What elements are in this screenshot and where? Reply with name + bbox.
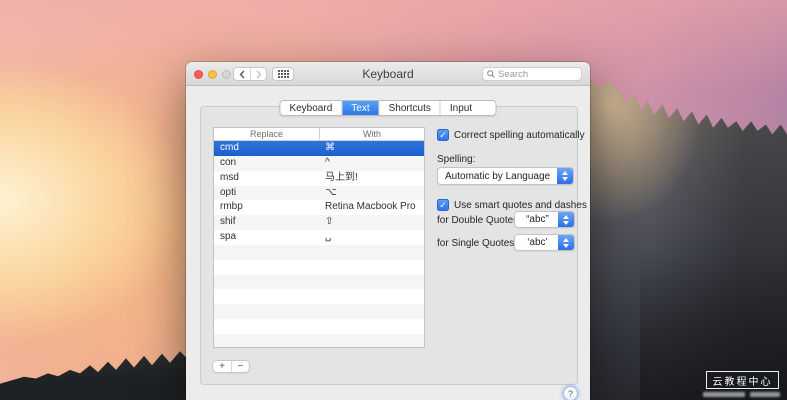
- table-header: Replace With: [214, 128, 424, 141]
- table-body: cmd⌘con^msd马上到!opti⌥rmbpRetina Macbook P…: [214, 141, 424, 348]
- cell-with: [319, 245, 424, 260]
- cell-with: [319, 334, 424, 348]
- table-row-empty[interactable]: [214, 334, 424, 348]
- table-row-empty[interactable]: [214, 304, 424, 319]
- grid-icon: [278, 70, 289, 78]
- table-row[interactable]: rmbpRetina Macbook Pro: [214, 200, 424, 215]
- table-row-empty[interactable]: [214, 260, 424, 275]
- cell-with: [319, 260, 424, 275]
- titlebar[interactable]: Keyboard Search: [186, 62, 590, 86]
- column-header-replace[interactable]: Replace: [214, 128, 319, 140]
- cell-replace: shif: [214, 215, 319, 230]
- cell-with: ^: [319, 156, 424, 171]
- window-controls: [194, 70, 231, 79]
- cell-with: 马上到!: [319, 171, 424, 186]
- table-row[interactable]: spa␣: [214, 230, 424, 245]
- cell-replace: [214, 319, 319, 334]
- cell-with: ⌥: [319, 186, 424, 201]
- correct-spelling-label: Correct spelling automatically: [454, 130, 585, 141]
- cell-with: ⌘: [319, 141, 424, 156]
- single-quotes-value: ‘abc’: [515, 237, 558, 248]
- minimize-button[interactable]: [208, 70, 217, 79]
- cell-replace: msd: [214, 171, 319, 186]
- single-quotes-dropdown[interactable]: ‘abc’: [514, 234, 575, 251]
- tab-text[interactable]: Text: [341, 101, 378, 115]
- cell-with: ⇧: [319, 215, 424, 230]
- stepper-icon: [557, 168, 573, 184]
- search-placeholder: Search: [498, 69, 528, 80]
- tab-shortcuts[interactable]: Shortcuts: [379, 101, 440, 115]
- text-replacements-table: Replace With cmd⌘con^msd马上到!opti⌥rmbpRet…: [213, 127, 425, 348]
- stepper-icon: [558, 235, 574, 250]
- spelling-dropdown[interactable]: Automatic by Language: [437, 167, 574, 185]
- tab-input-sources[interactable]: Input Sources: [440, 101, 496, 115]
- add-button[interactable]: +: [213, 361, 231, 372]
- table-row[interactable]: con^: [214, 156, 424, 171]
- back-button[interactable]: [234, 68, 250, 80]
- cell-replace: cmd: [214, 141, 319, 156]
- table-row[interactable]: shif⇧: [214, 215, 424, 230]
- smart-quotes-row: Use smart quotes and dashes: [437, 199, 587, 211]
- table-row[interactable]: cmd⌘: [214, 141, 424, 156]
- cell-with: [319, 289, 424, 304]
- cell-with: ␣: [319, 230, 424, 245]
- show-all-button[interactable]: [272, 67, 294, 81]
- column-header-with[interactable]: With: [319, 128, 424, 140]
- table-row-empty[interactable]: [214, 289, 424, 304]
- cell-with: Retina Macbook Pro: [319, 200, 424, 215]
- forward-button[interactable]: [250, 68, 266, 80]
- cell-replace: [214, 289, 319, 304]
- spelling-label: Spelling:: [437, 154, 475, 165]
- double-quotes-label: for Double Quotes: [437, 215, 518, 226]
- add-remove-control: + −: [212, 360, 250, 373]
- correct-spelling-checkbox[interactable]: [437, 129, 449, 141]
- tab-keyboard[interactable]: Keyboard: [280, 101, 341, 115]
- double-quotes-dropdown[interactable]: “abc”: [514, 211, 575, 228]
- cell-replace: [214, 260, 319, 275]
- cell-replace: [214, 245, 319, 260]
- table-row-empty[interactable]: [214, 319, 424, 334]
- keyboard-preferences-window: Keyboard Search KeyboardTextShortcutsInp…: [186, 62, 590, 400]
- chevron-right-icon: [256, 70, 262, 79]
- watermark-label: 云教程中心: [713, 373, 773, 388]
- tab-bar: KeyboardTextShortcutsInput Sources: [279, 100, 496, 116]
- watermark-subtext-blur: [750, 392, 780, 397]
- cell-replace: [214, 304, 319, 319]
- double-quotes-value: “abc”: [515, 214, 558, 225]
- table-row[interactable]: opti⌥: [214, 186, 424, 201]
- zoom-button[interactable]: [222, 70, 231, 79]
- cell-replace: opti: [214, 186, 319, 201]
- watermark-badge: 云教程中心: [706, 371, 779, 389]
- cell-with: [319, 304, 424, 319]
- remove-button[interactable]: −: [231, 361, 249, 372]
- cell-replace: rmbp: [214, 200, 319, 215]
- smart-quotes-checkbox[interactable]: [437, 199, 449, 211]
- search-icon: [487, 70, 495, 78]
- nav-buttons: [233, 67, 267, 81]
- spelling-dropdown-value: Automatic by Language: [438, 171, 557, 182]
- cell-replace: spa: [214, 230, 319, 245]
- correct-spelling-row: Correct spelling automatically: [437, 129, 585, 141]
- smart-quotes-label: Use smart quotes and dashes: [454, 200, 587, 211]
- cell-replace: [214, 334, 319, 348]
- search-input[interactable]: Search: [482, 67, 582, 81]
- desktop: Keyboard Search KeyboardTextShortcutsInp…: [0, 0, 787, 400]
- table-row-empty[interactable]: [214, 245, 424, 260]
- stepper-icon: [558, 212, 574, 227]
- watermark-subtext-blur: [703, 392, 745, 397]
- cell-with: [319, 275, 424, 290]
- single-quotes-label: for Single Quotes: [437, 238, 514, 249]
- cell-replace: con: [214, 156, 319, 171]
- cell-replace: [214, 275, 319, 290]
- chevron-left-icon: [239, 70, 245, 79]
- cell-with: [319, 319, 424, 334]
- table-row[interactable]: msd马上到!: [214, 171, 424, 186]
- close-button[interactable]: [194, 70, 203, 79]
- table-row-empty[interactable]: [214, 275, 424, 290]
- content-panel: Replace With cmd⌘con^msd马上到!opti⌥rmbpRet…: [200, 106, 578, 385]
- help-button[interactable]: ?: [563, 386, 578, 400]
